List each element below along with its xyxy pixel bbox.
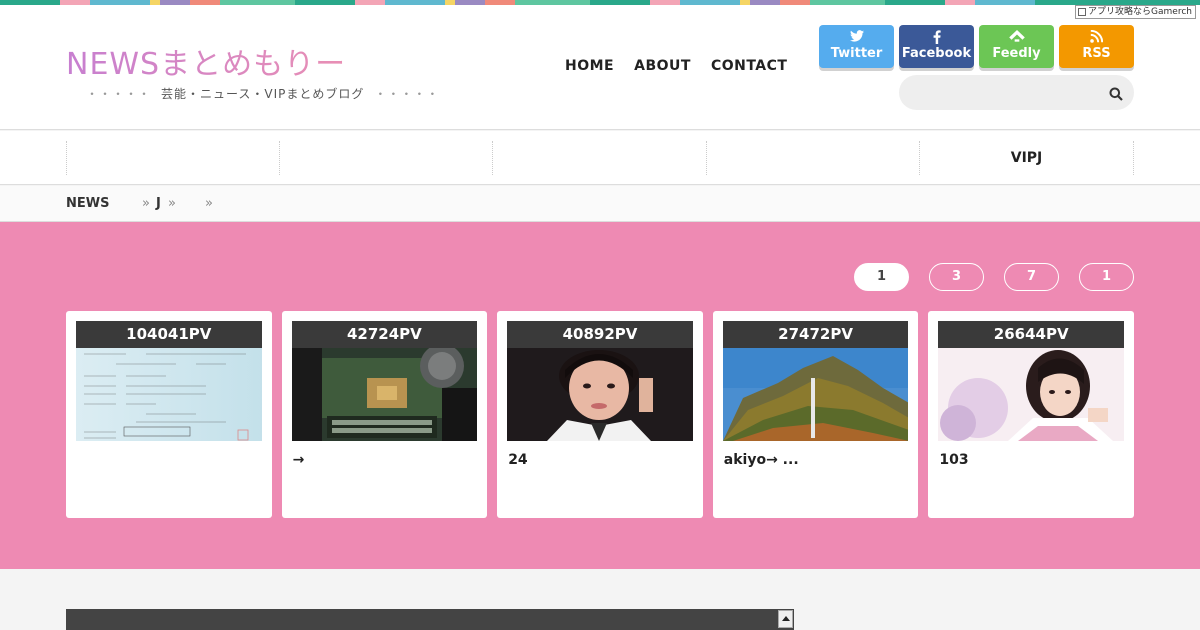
card-title[interactable]: 103 — [939, 452, 968, 468]
gamerch-link[interactable]: アプリ攻略ならGamerch — [1075, 5, 1196, 19]
site-logo[interactable]: NEWSまとめもりー — [66, 39, 346, 83]
rss-icon — [1059, 29, 1134, 46]
card-thumbnail[interactable] — [291, 348, 478, 441]
ranking-card[interactable]: 40892PV 24 — [497, 311, 703, 518]
card-thumbnail[interactable] — [507, 348, 693, 441]
card-thumbnail[interactable] — [76, 348, 262, 441]
ranking-tab-1[interactable]: 1 — [854, 263, 909, 291]
nav-contact[interactable]: CONTACT — [711, 58, 788, 74]
pageview-count: 42724PV — [291, 321, 478, 348]
breadcrumb-separator: » — [168, 196, 176, 211]
tagline-dots-left: ・・・・・ — [86, 87, 152, 101]
ranking-tab-3[interactable]: 7 — [1004, 263, 1059, 291]
twitter-button[interactable]: Twitter — [819, 25, 894, 68]
facebook-icon — [899, 30, 974, 46]
ranking-card[interactable]: 104041PV — [66, 311, 272, 518]
nav-home[interactable]: HOME — [565, 58, 614, 74]
pageview-count: 104041PV — [76, 321, 262, 348]
search-icon[interactable] — [1109, 86, 1123, 101]
ranking-card[interactable]: 42724PV → — [281, 311, 488, 518]
category-bar: VIPJ — [0, 131, 1200, 185]
twitter-label: Twitter — [830, 46, 883, 61]
gamerch-icon — [1078, 8, 1087, 16]
breadcrumb-separator: » — [205, 196, 213, 211]
pageview-count: 27472PV — [722, 321, 909, 348]
breadcrumb-separator: » — [142, 196, 150, 211]
ranking-card[interactable]: 27472PV akiyo→ ... — [712, 311, 919, 518]
card-title[interactable]: 24 — [508, 452, 527, 468]
category-item-3[interactable] — [492, 141, 706, 175]
facebook-button[interactable]: Facebook — [899, 25, 974, 68]
content-panel — [66, 609, 794, 630]
pageview-count: 26644PV — [938, 321, 1124, 348]
tagline-dots-right: ・・・・・ — [374, 87, 440, 101]
site-header: アプリ攻略ならGamerch NEWSまとめもりー ・・・・・ 芸能・ニュース・V… — [0, 5, 1200, 130]
ranking-tab-4[interactable]: 1 — [1079, 263, 1134, 291]
card-title[interactable]: akiyo→ ... — [724, 452, 799, 468]
main-nav: HOME ABOUT CONTACT — [565, 58, 787, 74]
ranking-card[interactable]: 26644PV 103 — [928, 311, 1134, 518]
ranking-tabs: 1 3 7 1 — [854, 263, 1134, 291]
ranking-cards: 104041PV 42724PV → 40892PV 24 27472PV ak… — [66, 311, 1134, 518]
breadcrumb-level1[interactable]: J — [156, 196, 161, 211]
pageview-count: 40892PV — [507, 321, 693, 348]
ranking-section: 1 3 7 1 104041PV 42724PV → 40892PV 24 27… — [0, 222, 1200, 569]
card-thumbnail[interactable] — [722, 348, 909, 441]
scroll-up-button[interactable] — [778, 610, 793, 628]
card-thumbnail[interactable] — [938, 348, 1124, 441]
social-buttons: Twitter Facebook Feedly RSS — [819, 25, 1134, 68]
card-title[interactable]: → — [293, 452, 305, 468]
category-item-2[interactable] — [279, 141, 492, 175]
breadcrumb-home[interactable]: NEWS — [66, 196, 109, 211]
nav-about[interactable]: ABOUT — [634, 58, 691, 74]
category-item-4[interactable] — [706, 141, 919, 175]
breadcrumb: NEWS » J » » — [0, 186, 1200, 222]
twitter-icon — [819, 30, 894, 46]
feedly-button[interactable]: Feedly — [979, 25, 1054, 68]
facebook-label: Facebook — [901, 46, 972, 61]
tagline-text: 芸能・ニュース・VIPまとめブログ — [161, 87, 365, 101]
gamerch-label: アプリ攻略ならGamerch — [1088, 7, 1192, 17]
category-item-vipj[interactable]: VIPJ — [919, 141, 1134, 175]
feedly-label: Feedly — [992, 46, 1041, 61]
site-tagline: ・・・・・ 芸能・ニュース・VIPまとめブログ ・・・・・ — [76, 85, 449, 102]
ranking-tab-2[interactable]: 3 — [929, 263, 984, 291]
feedly-icon — [979, 30, 1054, 46]
rss-button[interactable]: RSS — [1059, 25, 1134, 68]
rss-label: RSS — [1082, 46, 1111, 61]
search-input[interactable] — [899, 75, 1134, 110]
category-item-1[interactable] — [66, 141, 279, 175]
